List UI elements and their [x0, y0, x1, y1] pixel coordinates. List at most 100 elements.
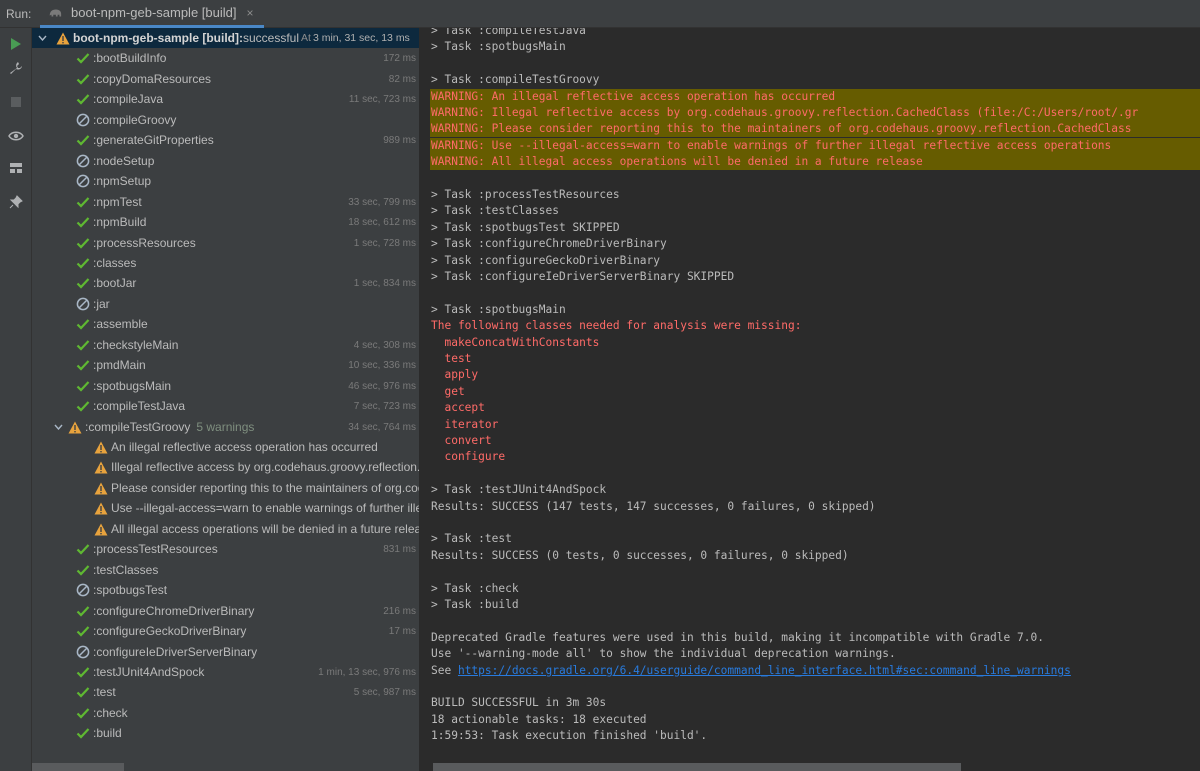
task-item[interactable]: :npmTest 33 sec, 799 ms — [32, 192, 419, 212]
task-item[interactable]: :configureIeDriverServerBinary — [32, 642, 419, 662]
task-item[interactable]: :pmdMain 10 sec, 336 ms — [32, 355, 419, 375]
eye-icon[interactable] — [8, 128, 24, 144]
check-icon — [76, 236, 90, 250]
console-error-line: accept — [431, 401, 485, 414]
task-name: :test — [93, 685, 116, 699]
tree-horizontal-scrollbar[interactable] — [32, 763, 124, 771]
root-time-prefix: At — [301, 32, 311, 44]
docs-link[interactable]: https://docs.gradle.org/6.4/userguide/co… — [458, 664, 1071, 677]
check-icon — [76, 542, 90, 556]
task-name: :npmSetup — [93, 174, 152, 188]
task-item[interactable]: :checkstyleMain 4 sec, 308 ms — [32, 335, 419, 355]
check-icon — [76, 563, 90, 577]
chevron-down-icon[interactable] — [52, 422, 64, 433]
task-item[interactable]: :configureChromeDriverBinary 216 ms — [32, 601, 419, 621]
task-name: :check — [93, 706, 128, 720]
task-item[interactable]: :compileTestJava 7 sec, 723 ms — [32, 396, 419, 416]
console-error-line: apply — [431, 368, 479, 381]
console-line: > Task :spotbugsTest SKIPPED — [431, 221, 620, 234]
task-item[interactable]: :testJUnit4AndSpock 1 min, 13 sec, 976 ms — [32, 662, 419, 682]
check-icon — [76, 92, 90, 106]
task-duration: 7 sec, 723 ms — [349, 400, 416, 412]
task-duration: 216 ms — [379, 605, 416, 617]
console-line: > Task :compileTestGroovy — [431, 73, 600, 86]
task-duration: 18 sec, 612 ms — [344, 216, 416, 228]
root-name: boot-npm-geb-sample [build]: — [73, 31, 243, 45]
task-item[interactable]: :configureGeckoDriverBinary 17 ms — [32, 621, 419, 641]
check-icon — [76, 706, 90, 720]
console-line: > Task :testClasses — [431, 204, 559, 217]
gradle-elephant-icon — [48, 6, 62, 20]
warning-message-item[interactable]: Illegal reflective access by org.codehau… — [32, 457, 419, 477]
task-item[interactable]: :assemble — [32, 314, 419, 334]
task-duration: 46 sec, 976 ms — [344, 380, 416, 392]
task-item[interactable]: :processTestResources 831 ms — [32, 539, 419, 559]
warning-message-item[interactable]: Use --illegal-access=warn to enable warn… — [32, 498, 419, 518]
task-item[interactable]: :nodeSetup — [32, 151, 419, 171]
check-icon — [76, 685, 90, 699]
task-item[interactable]: :copyDomaResources 82 ms — [32, 69, 419, 89]
run-icon[interactable] — [8, 36, 24, 52]
stop-icon[interactable] — [8, 94, 24, 110]
skipped-icon — [76, 297, 90, 311]
task-item[interactable]: :compileTestGroovy 5 warnings 34 sec, 764 … — [32, 417, 419, 437]
console-line: > Task :configureChromeDriverBinary — [431, 237, 667, 250]
task-name: :checkstyleMain — [93, 338, 179, 352]
layout-icon[interactable] — [8, 160, 24, 176]
warning-icon — [68, 420, 82, 434]
task-item[interactable]: :test 5 sec, 987 ms — [32, 682, 419, 702]
check-icon — [76, 358, 90, 372]
task-duration: 4 sec, 308 ms — [349, 339, 416, 351]
task-item[interactable]: :bootJar 1 sec, 834 ms — [32, 273, 419, 293]
task-name: :compileGroovy — [93, 113, 177, 127]
task-item[interactable]: :build — [32, 723, 419, 743]
task-item[interactable]: :spotbugsMain 46 sec, 976 ms — [32, 376, 419, 396]
console-warning-line: WARNING: An illegal reflective access op… — [430, 89, 1200, 106]
chevron-down-icon[interactable] — [36, 33, 48, 44]
check-icon — [76, 726, 90, 740]
warning-icon — [94, 481, 108, 495]
warning-icon — [94, 440, 108, 454]
console-line: > Task :configureIeDriverServerBinary SK… — [431, 270, 735, 283]
task-duration: 10 sec, 336 ms — [344, 359, 416, 371]
tree-root-build[interactable]: boot-npm-geb-sample [build]: successful … — [32, 28, 419, 48]
task-item[interactable]: :compileJava 11 sec, 723 ms — [32, 89, 419, 109]
task-item[interactable]: :spotbugsTest — [32, 580, 419, 600]
skipped-icon — [76, 583, 90, 597]
task-duration: 33 sec, 799 ms — [344, 196, 416, 208]
task-item[interactable]: :npmSetup — [32, 171, 419, 191]
task-item[interactable]: :generateGitProperties 989 ms — [32, 130, 419, 150]
run-toolbar — [0, 28, 32, 771]
task-duration: 82 ms — [384, 73, 416, 85]
warning-message: All illegal access operations will be de… — [111, 522, 420, 536]
task-name: :bootBuildInfo — [93, 51, 167, 65]
task-name: :testJUnit4AndSpock — [93, 665, 205, 679]
warning-message-item[interactable]: Please consider reporting this to the ma… — [32, 478, 419, 498]
skipped-icon — [76, 174, 90, 188]
task-item[interactable]: :testClasses — [32, 560, 419, 580]
console-line: > Task :compileTestJava — [431, 28, 586, 37]
task-duration: 11 sec, 723 ms — [344, 93, 416, 105]
wrench-icon[interactable] — [8, 60, 24, 76]
pin-icon[interactable] — [8, 194, 24, 210]
warning-icon — [56, 31, 70, 45]
task-item[interactable]: :bootBuildInfo 172 ms — [32, 48, 419, 68]
task-item[interactable]: :npmBuild 18 sec, 612 ms — [32, 212, 419, 232]
task-item[interactable]: :check — [32, 703, 419, 723]
task-name: :spotbugsTest — [93, 583, 168, 597]
check-icon — [76, 51, 90, 65]
console-output[interactable]: > Task :compileTestJava > Task :spotbugsM… — [421, 28, 1200, 771]
warning-message-item[interactable]: An illegal reflective access operation h… — [32, 437, 419, 457]
task-item[interactable]: :compileGroovy — [32, 110, 419, 130]
task-name: :pmdMain — [93, 358, 146, 372]
task-item[interactable]: :processResources 1 sec, 728 ms — [32, 233, 419, 253]
task-name: :assemble — [93, 317, 148, 331]
tab-run-configuration[interactable]: boot-npm-geb-sample [build] × — [40, 0, 264, 28]
warning-message-item[interactable]: All illegal access operations will be de… — [32, 519, 420, 539]
close-tab-icon[interactable]: × — [246, 6, 253, 20]
task-item[interactable]: :classes — [32, 253, 419, 273]
task-name: :npmTest — [93, 195, 142, 209]
task-duration: 1 sec, 834 ms — [349, 277, 416, 289]
console-horizontal-scrollbar[interactable] — [433, 763, 961, 771]
task-item[interactable]: :jar — [32, 294, 419, 314]
